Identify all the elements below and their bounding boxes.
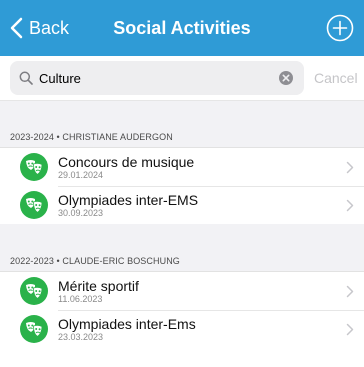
activity-date: 29.01.2024 <box>58 169 104 180</box>
list-item[interactable]: Mérite sportif 11.06.2023 <box>0 272 364 310</box>
theater-masks-icon <box>20 191 48 219</box>
theater-masks-icon <box>20 153 48 181</box>
spacer <box>0 224 364 246</box>
activity-title: Olympiades inter-EMS <box>58 191 199 208</box>
chevron-right-icon <box>346 285 354 298</box>
section-header: 2023-2024 • CHRISTIANE AUDERGON <box>0 122 364 148</box>
back-label: Back <box>29 17 70 38</box>
theater-masks-icon <box>20 315 48 343</box>
search-field[interactable] <box>10 61 304 95</box>
chevron-right-icon <box>346 323 354 336</box>
list-item[interactable]: Olympiades inter-Ems 23.03.2023 <box>0 310 364 348</box>
activity-title: Concours de musique <box>58 153 195 170</box>
activity-date: 23.03.2023 <box>58 331 104 342</box>
list-item[interactable]: Concours de musique 29.01.2024 <box>0 148 364 186</box>
clear-icon[interactable] <box>278 70 294 86</box>
list-item-text: Olympiades inter-EMS 30.09.2023 <box>58 192 198 219</box>
list-item-text: Concours de musique 29.01.2024 <box>58 154 194 181</box>
search-icon <box>19 71 33 85</box>
activity-date: 30.09.2023 <box>58 207 104 218</box>
search-bar: Cancel <box>0 56 364 101</box>
list-item-text: Olympiades inter-Ems 23.03.2023 <box>58 316 196 343</box>
back-button[interactable]: Back <box>10 0 69 56</box>
list-item-text: Mérite sportif 11.06.2023 <box>58 278 139 305</box>
activity-title: Olympiades inter-Ems <box>58 315 196 332</box>
chevron-left-icon <box>10 17 23 39</box>
spacer <box>0 101 364 122</box>
activity-date: 11.06.2023 <box>58 293 103 304</box>
activity-title: Mérite sportif <box>58 277 139 294</box>
plus-circle-icon <box>326 14 354 42</box>
list-item[interactable]: Olympiades inter-EMS 30.09.2023 <box>0 186 364 224</box>
chevron-right-icon <box>346 161 354 174</box>
section-2022-2023: 2022-2023 • CLAUDE-ERIC BOSCHUNG Mérite … <box>0 246 364 348</box>
theater-masks-icon <box>20 277 48 305</box>
section-2023-2024: 2023-2024 • CHRISTIANE AUDERGON Concours… <box>0 122 364 224</box>
search-input[interactable] <box>39 70 269 86</box>
cancel-button[interactable]: Cancel <box>314 70 358 86</box>
add-button[interactable] <box>326 14 354 42</box>
section-header: 2022-2023 • CLAUDE-ERIC BOSCHUNG <box>0 246 364 272</box>
chevron-right-icon <box>346 199 354 212</box>
navigation-bar: Back Social Activities <box>0 0 364 56</box>
